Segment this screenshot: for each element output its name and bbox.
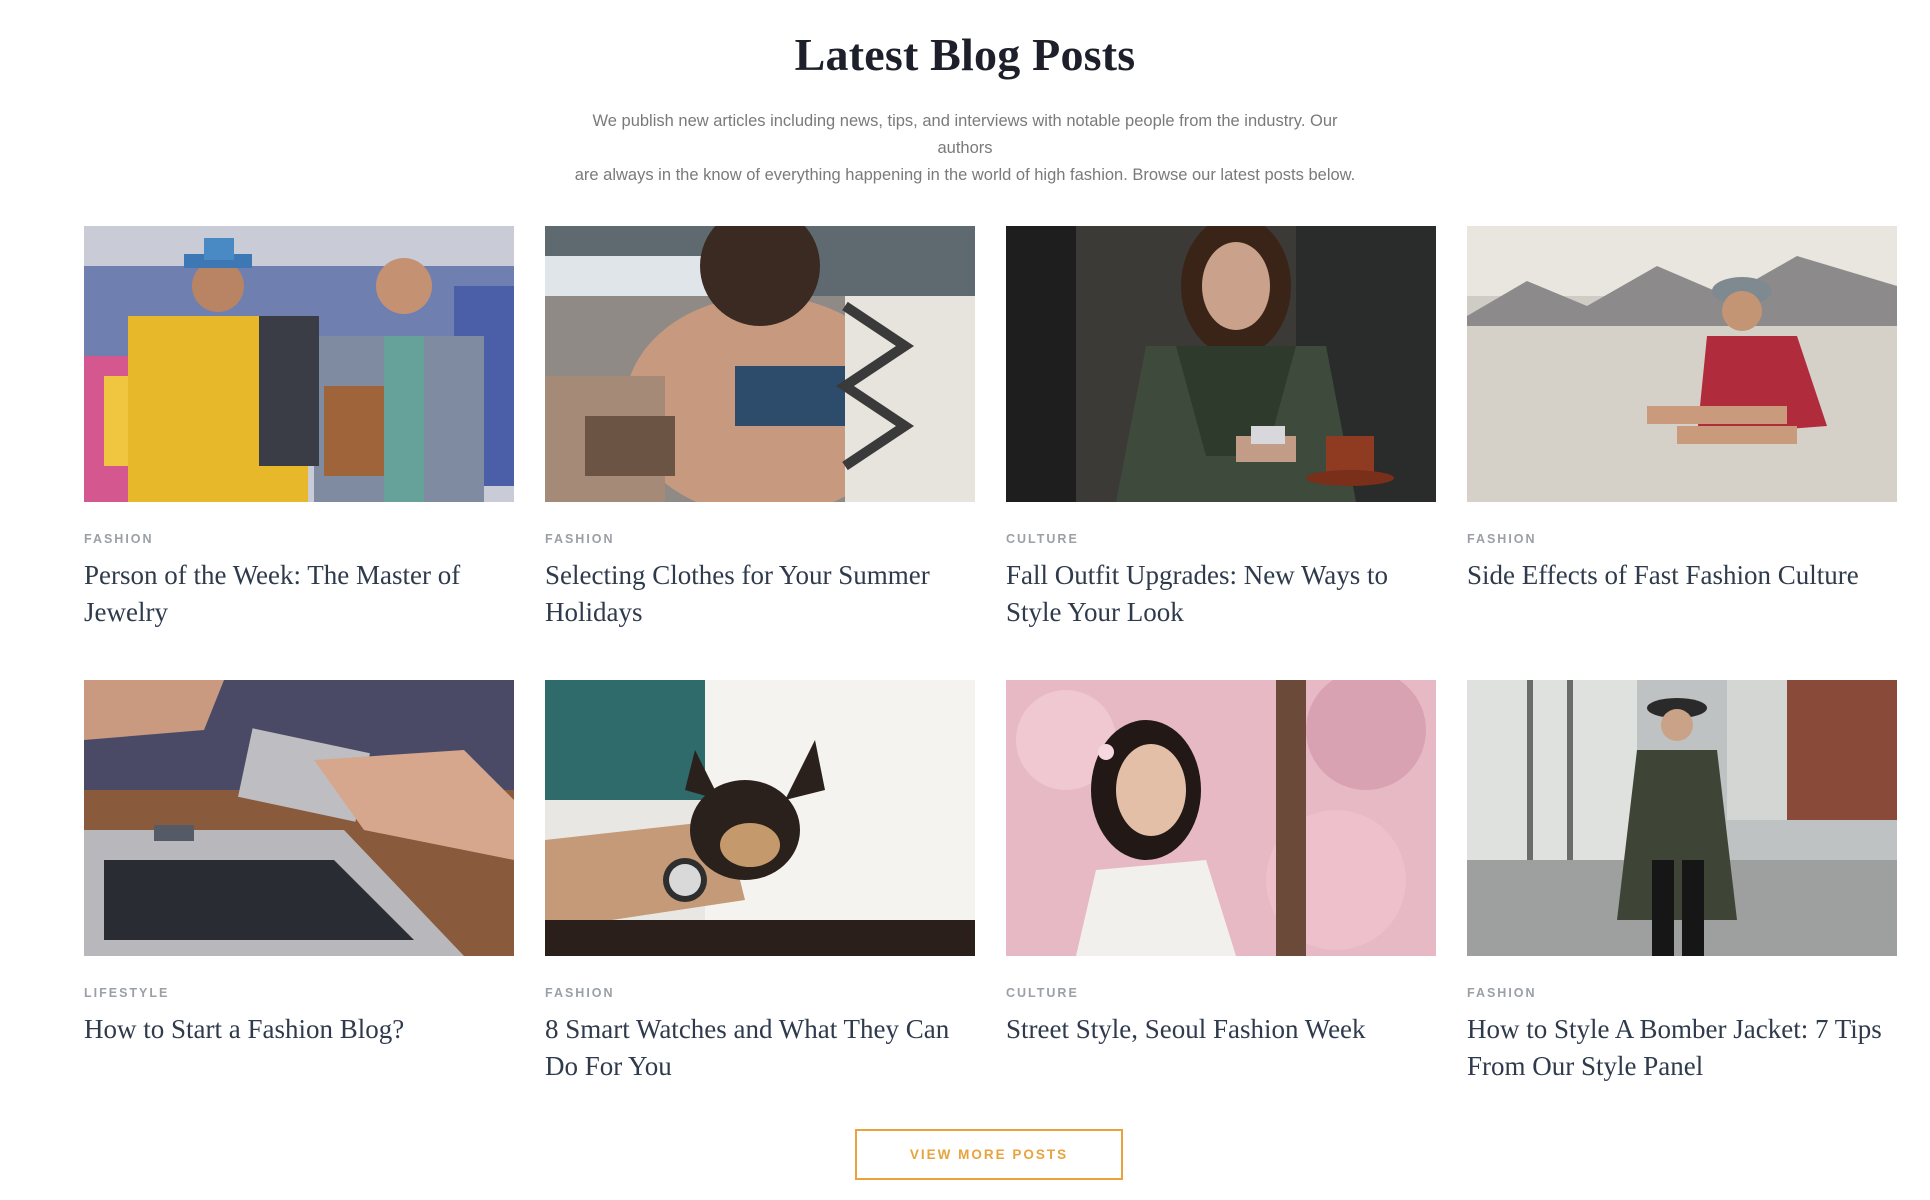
post-card: FASHION Side Effects of Fast Fashion Cul…	[1467, 226, 1897, 594]
latest-blog-posts-section: Latest Blog Posts We publish new article…	[0, 0, 1930, 1200]
view-more-posts-button[interactable]: VIEW MORE POSTS	[855, 1129, 1123, 1180]
post-thumbnail[interactable]	[545, 680, 975, 956]
woman-cherry-blossom-image	[1006, 680, 1436, 956]
post-category[interactable]: FASHION	[545, 986, 975, 1000]
post-thumbnail[interactable]	[1467, 226, 1897, 502]
post-thumbnail[interactable]	[1006, 680, 1436, 956]
woman-beach-image	[545, 226, 975, 502]
post-card: FASHION Selecting Clothes for Your Summe…	[545, 226, 975, 631]
post-category[interactable]: FASHION	[545, 532, 975, 546]
post-thumbnail[interactable]	[1006, 226, 1436, 502]
post-card: FASHION 8 Smart Watches and What They Ca…	[545, 680, 975, 1085]
post-title[interactable]: How to Start a Fashion Blog?	[84, 1011, 514, 1048]
post-title[interactable]: Side Effects of Fast Fashion Culture	[1467, 557, 1897, 594]
post-card: FASHION Person of the Week: The Master o…	[84, 226, 514, 631]
section-intro: We publish new articles including news, …	[565, 108, 1365, 189]
post-category[interactable]: CULTURE	[1006, 532, 1436, 546]
section-heading: Latest Blog Posts	[794, 29, 1136, 80]
post-title[interactable]: Selecting Clothes for Your Summer Holida…	[545, 557, 975, 631]
post-title[interactable]: 8 Smart Watches and What They Can Do For…	[545, 1011, 975, 1085]
men-street-style-image	[84, 226, 514, 502]
hands-phone-laptop-image	[84, 680, 514, 956]
post-category[interactable]: FASHION	[84, 532, 514, 546]
post-card: CULTURE Street Style, Seoul Fashion Week	[1006, 680, 1436, 1048]
woman-street-image	[1467, 680, 1897, 956]
posts-grid: FASHION Person of the Week: The Master o…	[84, 226, 1897, 1081]
post-thumbnail[interactable]	[1467, 680, 1897, 956]
intro-line-2: are always in the know of everything hap…	[574, 166, 1356, 184]
woman-phone-cafe-image	[1006, 226, 1436, 502]
post-category[interactable]: FASHION	[1467, 532, 1897, 546]
post-title[interactable]: How to Style A Bomber Jacket: 7 Tips Fro…	[1467, 1011, 1897, 1085]
post-category[interactable]: LIFESTYLE	[84, 986, 514, 1000]
post-card: FASHION How to Style A Bomber Jacket: 7 …	[1467, 680, 1897, 1085]
post-title[interactable]: Fall Outfit Upgrades: New Ways to Style …	[1006, 557, 1436, 631]
post-title[interactable]: Street Style, Seoul Fashion Week	[1006, 1011, 1436, 1048]
woman-desert-image	[1467, 226, 1897, 502]
post-category[interactable]: FASHION	[1467, 986, 1897, 1000]
chihuahua-watch-image	[545, 680, 975, 956]
intro-line-1: We publish new articles including news, …	[592, 112, 1338, 157]
post-card: CULTURE Fall Outfit Upgrades: New Ways t…	[1006, 226, 1436, 631]
post-title[interactable]: Person of the Week: The Master of Jewelr…	[84, 557, 514, 631]
post-thumbnail[interactable]	[84, 226, 514, 502]
post-card: LIFESTYLE How to Start a Fashion Blog?	[84, 680, 514, 1048]
post-category[interactable]: CULTURE	[1006, 986, 1436, 1000]
post-thumbnail[interactable]	[545, 226, 975, 502]
post-thumbnail[interactable]	[84, 680, 514, 956]
